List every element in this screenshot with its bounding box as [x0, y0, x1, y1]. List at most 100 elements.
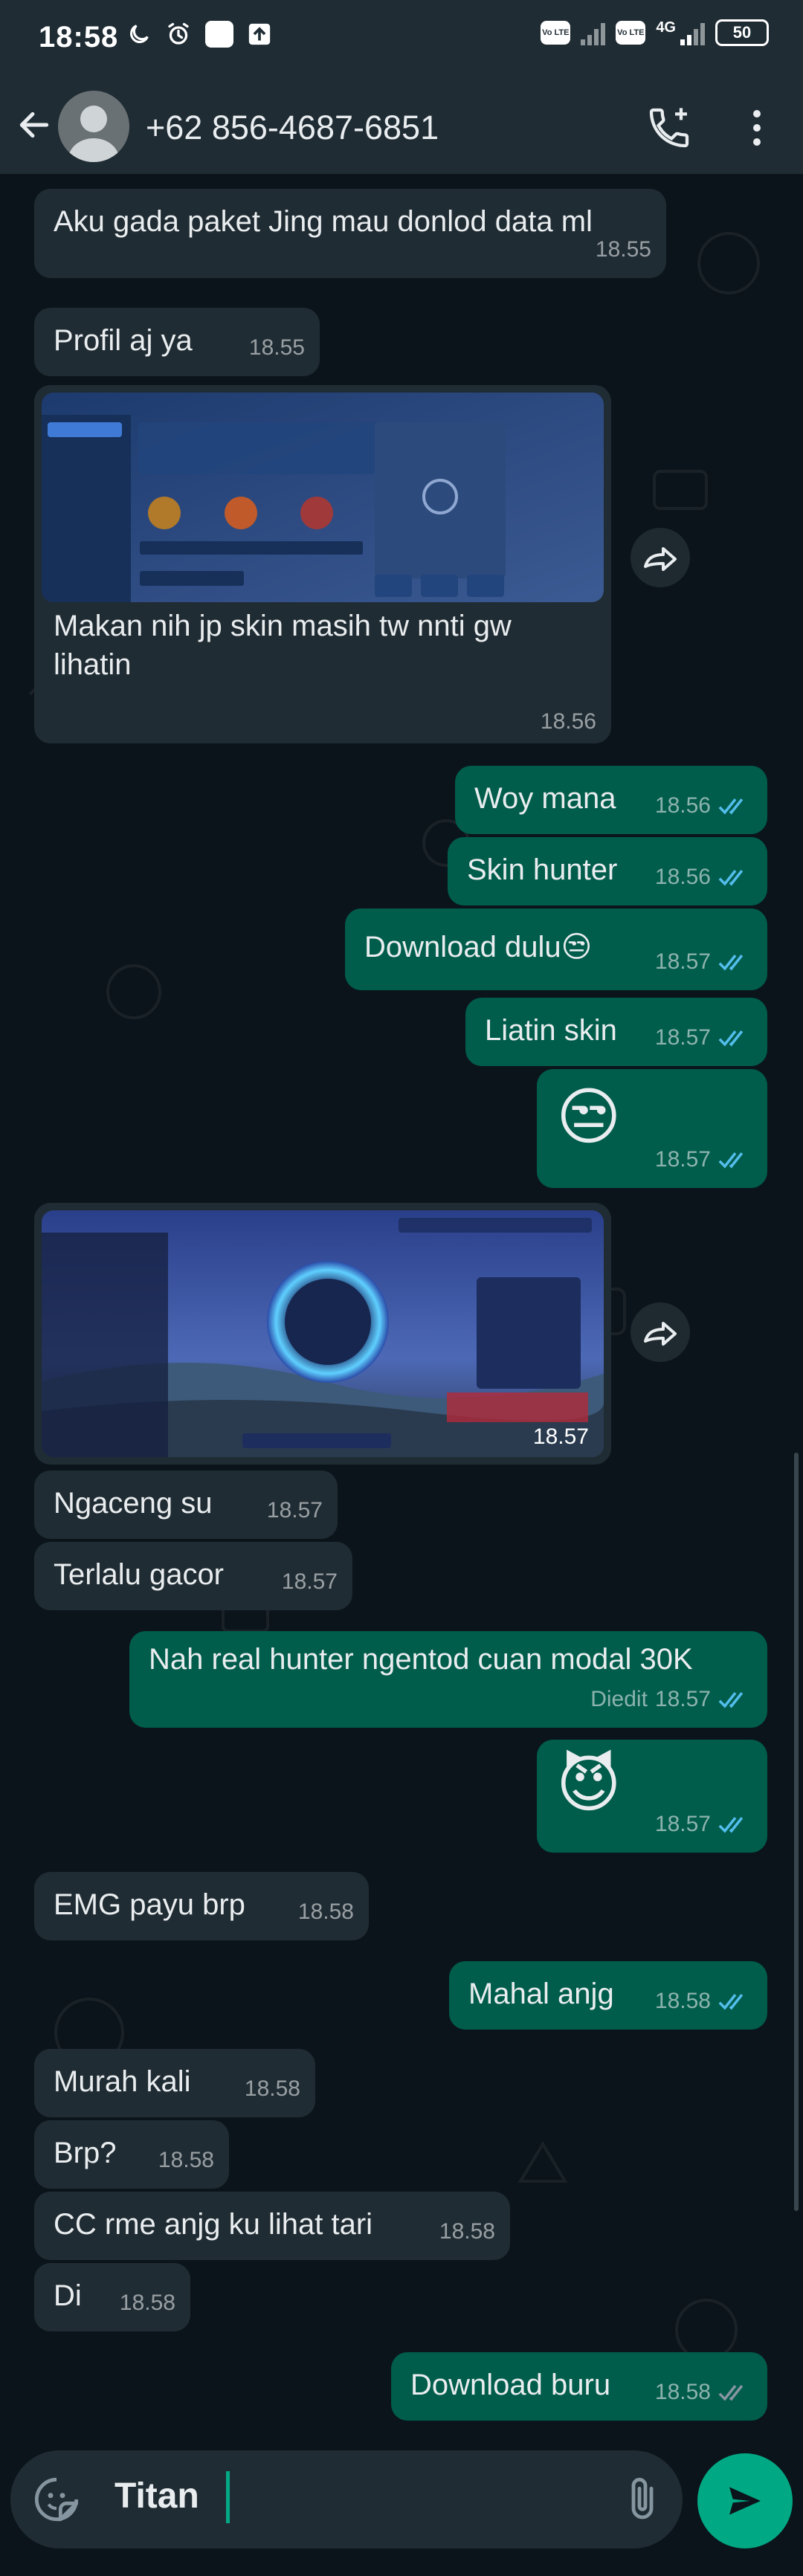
message-text: EMG payu brp — [54, 1888, 245, 1921]
volte-icon-1: Vo LTE — [541, 21, 571, 45]
message-incoming-image[interactable]: 18.57 — [34, 1203, 611, 1465]
contact-name[interactable]: +62 856-4687-6851 — [146, 109, 439, 147]
avatar[interactable] — [58, 91, 129, 162]
message-time: 18.55 — [248, 335, 305, 360]
message-incoming[interactable]: Terlalu gacor 18.57 — [34, 1542, 352, 1610]
send-button[interactable] — [697, 2453, 793, 2548]
message-emoji: 😈 — [556, 1749, 622, 1819]
double-check-icon — [718, 870, 744, 886]
message-meta: 18.58 — [655, 1982, 752, 2021]
message-meta: 18.55 — [596, 230, 651, 269]
chat-area[interactable]: Aku gada paket Jing mau donlod data ml 1… — [0, 174, 803, 2434]
message-text: Skin hunter — [467, 853, 618, 886]
message-time: 18.57 — [654, 1687, 711, 1711]
forward-icon — [644, 547, 677, 571]
message-outgoing[interactable]: Download dulu😒 18.57 — [345, 908, 767, 990]
signal-icon-2 — [680, 20, 705, 45]
message-meta: 18.57 — [655, 943, 752, 981]
message-meta: 18.58 — [655, 2373, 752, 2412]
message-text: Brp? — [54, 2137, 117, 2169]
add-call-button[interactable] — [645, 104, 693, 152]
message-text: Download buru — [410, 2369, 611, 2401]
notification-app-icon — [205, 21, 233, 48]
message-text: Liatin skin — [485, 1014, 617, 1047]
forward-button[interactable] — [631, 1302, 690, 1362]
message-text: Di — [54, 2279, 82, 2312]
message-outgoing[interactable]: Mahal anjg 18.58 — [449, 1961, 767, 2030]
message-emoji: 😒 — [556, 1082, 622, 1152]
message-outgoing-emoji[interactable]: 😒 18.57 — [537, 1069, 767, 1188]
message-text: Murah kali — [54, 2065, 191, 2098]
message-outgoing[interactable]: Liatin skin 18.57 — [465, 998, 767, 1066]
message-time: 18.56 — [540, 709, 596, 734]
message-time: 18.56 — [654, 793, 711, 818]
message-incoming[interactable]: Di 18.58 — [34, 2263, 190, 2331]
profile-screenshot-image[interactable] — [42, 393, 604, 602]
image-caption-line: Makan nih jp skin masih tw nnti gw — [54, 610, 512, 642]
send-icon — [729, 2487, 761, 2515]
message-time: 18.58 — [244, 2076, 300, 2101]
status-bar: 18:58 Vo LTE Vo LTE 4G 50 — [0, 0, 803, 77]
message-input-box[interactable]: Titan — [10, 2450, 683, 2548]
forward-button[interactable] — [631, 528, 690, 587]
message-outgoing[interactable]: Nah real hunter ngentod cuan modal 30K D… — [129, 1631, 767, 1728]
message-time: 18.57 — [532, 1424, 589, 1449]
message-incoming[interactable]: CC rme anjg ku lihat tari 18.58 — [34, 2192, 510, 2260]
image-caption-line: lihatin — [54, 648, 132, 681]
message-time: 18.58 — [119, 2291, 175, 2315]
message-meta: 18.57 — [655, 1140, 752, 1179]
message-meta: 18.56 — [655, 787, 752, 825]
message-time: 18.57 — [281, 1569, 338, 1594]
back-button[interactable] — [13, 104, 55, 146]
message-outgoing[interactable]: Woy mana 18.56 — [455, 766, 767, 834]
battery-icon: 50 — [715, 19, 769, 46]
message-incoming[interactable]: Aku gada paket Jing mau donlod data ml 1… — [34, 189, 666, 278]
moon-icon — [130, 25, 149, 43]
status-icons-left — [126, 21, 272, 48]
skin-screenshot-image[interactable] — [42, 1210, 604, 1457]
message-text: Aku gada paket Jing mau donlod data ml — [54, 205, 593, 238]
network-type: 4G — [656, 19, 676, 36]
message-incoming[interactable]: EMG payu brp 18.58 — [34, 1872, 369, 1940]
attach-button[interactable] — [619, 2476, 666, 2523]
message-incoming-image[interactable]: Makan nih jp skin masih tw nnti gw lihat… — [34, 385, 611, 743]
message-meta: 18.58 — [298, 1893, 354, 1931]
message-text: Ngaceng su — [54, 1487, 213, 1520]
double-check-icon — [718, 1817, 744, 1833]
double-check-icon — [718, 2385, 744, 2401]
image-caption: Makan nih jp skin masih tw nnti gw lihat… — [54, 607, 512, 684]
alarm-icon — [168, 22, 189, 45]
double-check-icon — [718, 1152, 744, 1169]
double-check-icon — [718, 798, 744, 815]
message-time: 18.57 — [654, 1025, 711, 1050]
message-meta: 18.57 — [655, 1019, 752, 1057]
message-text: Download dulu😒 — [364, 931, 593, 963]
volte-icon-2: Vo LTE — [616, 21, 646, 45]
message-incoming[interactable]: Brp? 18.58 — [34, 2120, 229, 2189]
message-outgoing[interactable]: Download buru 18.58 — [391, 2352, 767, 2421]
message-outgoing[interactable]: Skin hunter 18.56 — [448, 837, 767, 906]
message-meta: 18.58 — [158, 2141, 214, 2180]
message-time: 18.55 — [595, 237, 651, 262]
forward-icon — [644, 1322, 677, 1346]
message-outgoing-emoji[interactable]: 😈 18.57 — [537, 1740, 767, 1853]
message-text: Nah real hunter ngentod cuan modal 30K — [149, 1643, 693, 1676]
message-input[interactable]: Titan — [115, 2476, 199, 2517]
message-time: 18.57 — [654, 1147, 711, 1172]
message-meta: Diedit 18.57 — [590, 1680, 752, 1719]
attach-icon — [631, 2478, 654, 2519]
message-meta: 18.58 — [120, 2284, 175, 2322]
message-time: 18.58 — [439, 2219, 495, 2244]
message-time: 18.56 — [654, 865, 711, 889]
more-options-button[interactable] — [738, 104, 776, 152]
message-meta: 18.55 — [249, 329, 305, 367]
message-meta: 18.56 — [655, 858, 752, 897]
message-incoming[interactable]: Murah kali 18.58 — [34, 2049, 315, 2117]
chat-scrollbar[interactable] — [794, 1453, 799, 2211]
game-profile-thumbnail — [42, 393, 604, 602]
sticker-button[interactable] — [33, 2476, 80, 2523]
edited-label: Diedit — [590, 1687, 648, 1711]
double-check-icon — [718, 955, 744, 971]
message-incoming[interactable]: Ngaceng su 18.57 — [34, 1471, 338, 1539]
message-incoming[interactable]: Profil aj ya 18.55 — [34, 308, 320, 376]
